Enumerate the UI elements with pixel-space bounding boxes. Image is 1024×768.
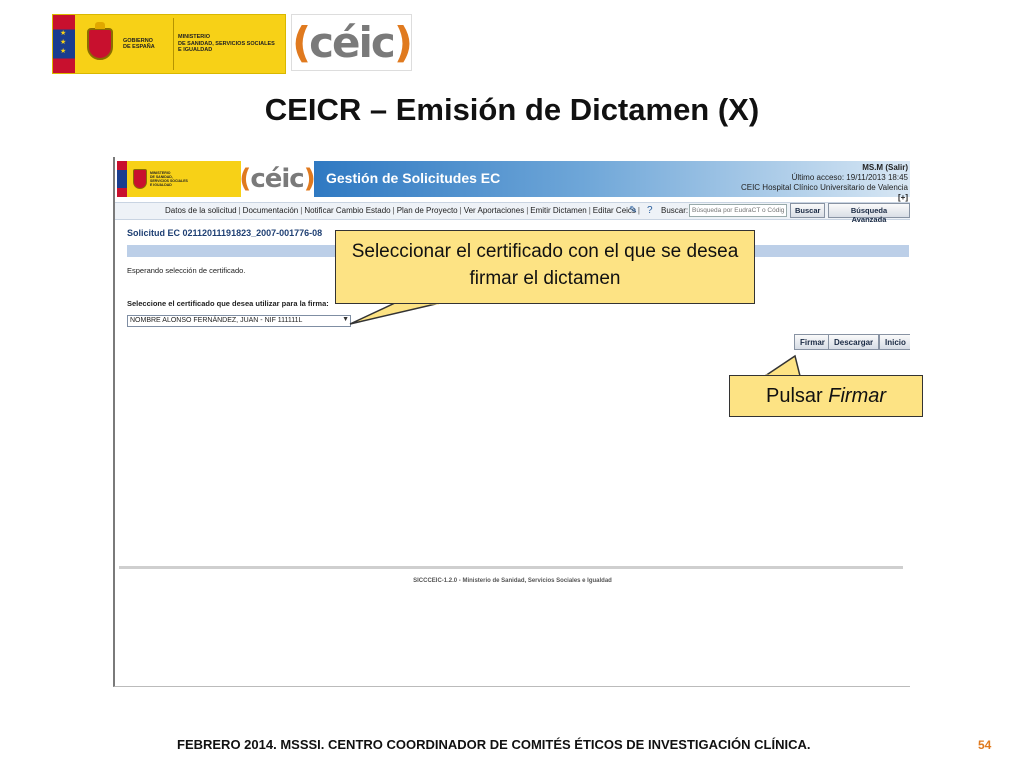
nav-item-plan-proyecto[interactable]: Plan de Proyecto [395, 206, 460, 215]
logout-link[interactable]: (Salir) [885, 163, 908, 172]
callout-press-sign: Pulsar Firmar [729, 375, 923, 417]
coat-of-arms-icon [81, 22, 119, 66]
ministerio-label: MINISTERIO DE SANIDAD, SERVICIOS SOCIALE… [178, 34, 275, 54]
app-banner: Gestión de Solicitudes EC MS.M (Salir) Ú… [314, 161, 910, 202]
help-icon[interactable]: ? [647, 205, 653, 216]
app-footer: SICCCEIC-1.2.0 - Ministerio de Sanidad, … [413, 578, 612, 584]
user-info: MS.M (Salir) Último acceso: 19/11/2013 1… [741, 163, 908, 203]
home-button[interactable]: Inicio [879, 334, 910, 350]
user-name: MS.M [862, 163, 884, 172]
callout-select-certificate: Seleccionar el certificado con el que se… [335, 230, 755, 304]
chevron-down-icon: ▼ [342, 316, 349, 323]
eu-flag-icon [53, 15, 75, 73]
nav-bar: Datos de la solicitud | Documentación | No… [115, 202, 910, 224]
ceic-logo: (céic) [291, 14, 413, 71]
nav-item-documentacion[interactable]: Documentación [241, 206, 301, 215]
organization: CEIC Hospital Clínico Universitario de V… [740, 183, 908, 192]
mini-ceic-logo: (céic) [239, 161, 316, 197]
solicitud-title: Solicitud EC 02112011191823_2007-001776-… [127, 228, 323, 238]
slide-title: CEICR – Emisión de Dictamen (X) [264, 92, 760, 127]
nav-item-emitir-dictamen[interactable]: Emitir Dictamen [528, 206, 588, 215]
advanced-search-button[interactable]: Búsqueda Avanzada [828, 203, 910, 224]
page-number: 54 [978, 738, 992, 752]
search-label: Buscar: [661, 206, 689, 215]
footer-divider [119, 566, 903, 569]
mini-gobierno-logo: MINISTERIO DE SANIDAD, SERVICIOS SOCIALE… [117, 161, 241, 197]
sign-button[interactable]: Firmar [794, 334, 831, 350]
app-header: MINISTERIO DE SANIDAD, SERVICIOS SOCIALE… [115, 159, 910, 202]
nav-item-ver-aportaciones[interactable]: Ver Aportaciones [462, 206, 526, 215]
app-title: Gestión de Solicitudes EC [326, 170, 501, 186]
search-button[interactable]: Buscar [790, 203, 826, 218]
status-text: Esperando selección de certificado. [127, 266, 246, 275]
search-input[interactable] [689, 204, 787, 217]
last-access: Último acceso: 19/11/2013 18:45 [791, 173, 908, 182]
nav-item-datos-solicitud[interactable]: Datos de la solicitud [163, 206, 239, 215]
certificate-select-label: Seleccione el certificado que desea util… [127, 299, 329, 308]
gobierno-espana-logo: GOBIERNO DE ESPAÑA MINISTERIO DE SANIDAD… [52, 14, 286, 74]
gobierno-label: GOBIERNO DE ESPAÑA [123, 37, 155, 51]
mini-coat-of-arms-icon [133, 169, 147, 189]
nav-item-notificar-cambio[interactable]: Notificar Cambio Estado [302, 206, 392, 215]
app-logos: MINISTERIO DE SANIDAD, SERVICIOS SOCIALE… [117, 161, 316, 199]
pen-icon[interactable]: ✎ [629, 205, 637, 216]
certificate-select[interactable]: NOMBRE ALONSO FERNÁNDEZ, JUAN - NIF 1111… [127, 315, 351, 327]
slide-footer: FEBRERO 2014. MSSSI. CENTRO COORDINADOR … [177, 737, 811, 752]
download-button[interactable]: Descargar [828, 334, 880, 350]
